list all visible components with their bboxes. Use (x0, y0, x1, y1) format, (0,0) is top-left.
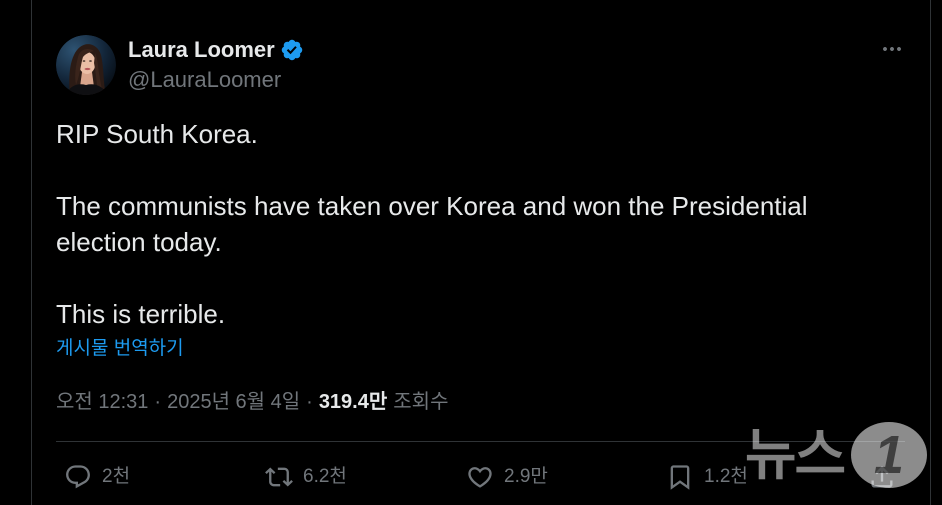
views-count: 319.4만 (318, 391, 388, 413)
post-text: RIP South Korea. The communists have tak… (56, 119, 808, 329)
author-name-row: Laura Loomer (128, 36, 304, 64)
repost-icon (265, 463, 293, 491)
more-icon[interactable] (880, 37, 904, 61)
post-date[interactable]: 2025년 6월 4일 (167, 389, 300, 415)
column-border-left (31, 0, 32, 505)
watermark-text: 뉴스 (745, 423, 846, 486)
like-button[interactable]: 2.9만 (466, 463, 548, 491)
bookmark-icon (666, 463, 694, 491)
reply-button[interactable]: 2천 (64, 463, 130, 491)
author-handle[interactable]: @LauraLoomer (128, 66, 281, 94)
bookmark-button[interactable]: 1.2천 (666, 463, 748, 491)
divider (56, 441, 905, 442)
reply-count: 2천 (102, 466, 131, 487)
avatar[interactable] (56, 35, 116, 95)
verified-badge-icon[interactable] (280, 38, 304, 62)
repost-button[interactable]: 6.2천 (265, 463, 347, 491)
share-icon (868, 463, 896, 491)
post-time[interactable]: 오전 12:31 (56, 389, 148, 415)
column-border-right (930, 0, 931, 505)
author-name[interactable]: Laura Loomer (128, 36, 275, 64)
share-button[interactable] (868, 463, 896, 491)
translate-post-link[interactable]: 게시물 번역하기 (56, 337, 184, 361)
reply-icon (64, 463, 92, 491)
like-count: 2.9만 (504, 466, 548, 487)
post-meta: 오전 12:31 · 2025년 6월 4일 · 319.4만 조회수 (56, 389, 448, 415)
news1-watermark: 뉴스 1 (745, 418, 931, 492)
heart-icon (466, 463, 494, 491)
bookmark-count: 1.2천 (704, 466, 748, 487)
views-label: 조회수 (393, 391, 449, 413)
meta-separator: · (154, 391, 162, 413)
repost-count: 6.2천 (303, 466, 347, 487)
meta-separator: · (306, 391, 313, 413)
